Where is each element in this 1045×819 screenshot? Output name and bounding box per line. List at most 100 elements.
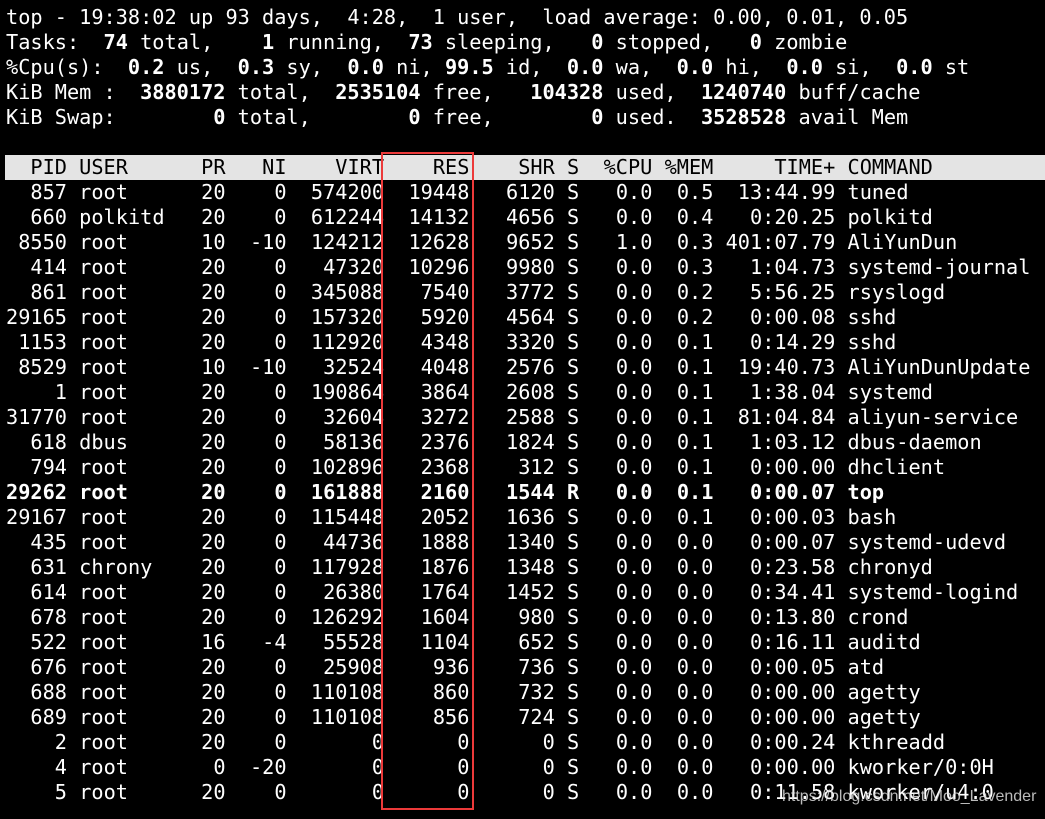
- process-row: 618 dbus 20 0 58136 2376 1824 S 0.0 0.1 …: [6, 430, 1045, 455]
- summary-segment: id,: [493, 55, 567, 79]
- cell-mem: 0.0: [676, 555, 714, 579]
- res-column-highlight-box: [381, 152, 474, 810]
- cell-state: S: [567, 605, 580, 629]
- cell-shr: 0: [542, 730, 555, 754]
- cell-shr: 980: [518, 605, 555, 629]
- summary-segment: 0.0: [676, 55, 714, 79]
- summary-segment: total,: [127, 30, 250, 54]
- cell-user: polkitd: [79, 205, 165, 229]
- cell-command: systemd-udevd: [847, 530, 1007, 554]
- cell-cpu: 0.0: [615, 655, 653, 679]
- cell-virt: 25908: [323, 655, 385, 679]
- summary-segment: st: [932, 55, 970, 79]
- cell-virt: 126292: [310, 605, 385, 629]
- cell-state: S: [567, 305, 580, 329]
- cell-virt: 32604: [323, 405, 385, 429]
- cell-pid: 8529: [18, 355, 67, 379]
- cell-ni: 0: [274, 480, 287, 504]
- cell-cpu: 0.0: [615, 555, 653, 579]
- cell-command: crond: [847, 605, 909, 629]
- cell-state: S: [567, 655, 580, 679]
- cell-time: 0:16.11: [749, 630, 836, 654]
- cell-pid: 689: [30, 705, 67, 729]
- cell-mem: 0.2: [676, 305, 714, 329]
- summary-segment: ni,: [383, 55, 445, 79]
- cell-time: 0:23.58: [749, 555, 836, 579]
- summary-line-1: Tasks: 74 total, 1 running, 73 sleeping,…: [6, 30, 1045, 55]
- cell-shr: 3320: [506, 330, 555, 354]
- cell-ni: -10: [249, 230, 287, 254]
- cell-user: root: [79, 180, 128, 204]
- process-row: 857 root 20 0 574200 19448 6120 S 0.0 0.…: [6, 180, 1045, 205]
- summary-segment: 0.0: [896, 55, 933, 79]
- cell-ni: 0: [274, 655, 287, 679]
- cell-pr: 20: [201, 605, 226, 629]
- cell-pr: 20: [201, 305, 226, 329]
- cell-pr: 16: [201, 630, 226, 654]
- summary-segment: used.: [603, 105, 701, 129]
- cell-pr: 20: [201, 330, 226, 354]
- cell-virt: 32524: [323, 355, 385, 379]
- cell-pid: 618: [30, 430, 67, 454]
- cell-ni: 0: [274, 780, 287, 804]
- cell-shr: 736: [518, 655, 555, 679]
- process-row: 689 root 20 0 110108 856 724 S 0.0 0.0 0…: [6, 705, 1045, 730]
- process-row: 678 root 20 0 126292 1604 980 S 0.0 0.0 …: [6, 605, 1045, 630]
- cell-ni: -20: [249, 755, 287, 779]
- cell-user: root: [79, 355, 128, 379]
- cell-pid: 2: [54, 730, 67, 754]
- summary-segment: 0: [591, 105, 604, 129]
- cell-user: root: [79, 680, 128, 704]
- process-row: 1 root 20 0 190864 3864 2608 S 0.0 0.1 1…: [6, 380, 1045, 405]
- cell-user: root: [79, 455, 128, 479]
- summary-segment: 0.0: [347, 55, 384, 79]
- summary-segment: 3528528: [700, 105, 787, 129]
- cell-cpu: 0.0: [615, 480, 653, 504]
- cell-time: 0:00.07: [749, 530, 836, 554]
- cell-pid: 660: [30, 205, 67, 229]
- cell-state: S: [567, 430, 580, 454]
- summary-segment: 1: [249, 30, 275, 54]
- summary-segment: 2535104: [335, 80, 421, 104]
- cell-pr: 20: [201, 680, 226, 704]
- cell-pid: 676: [30, 655, 67, 679]
- cell-state: S: [567, 580, 580, 604]
- cell-command: dhclient: [847, 455, 946, 479]
- cell-virt: 612244: [310, 205, 385, 229]
- cell-user: root: [79, 580, 128, 604]
- cell-time: 0:00.05: [749, 655, 836, 679]
- cell-command: AliYunDun: [847, 230, 958, 254]
- summary-segment: 0: [408, 105, 421, 129]
- cell-pid: 614: [30, 580, 67, 604]
- cell-pr: 20: [201, 405, 226, 429]
- cell-mem: 0.0: [676, 680, 714, 704]
- cell-command: tuned: [847, 180, 909, 204]
- cell-state: S: [567, 330, 580, 354]
- cell-command: kworker/0:0H: [847, 755, 994, 779]
- cell-shr: 1636: [506, 505, 555, 529]
- cell-pr: 20: [201, 530, 226, 554]
- cell-command: sshd: [847, 330, 897, 354]
- cell-shr: 4656: [506, 205, 555, 229]
- cell-mem: 0.0: [676, 605, 714, 629]
- cell-pid: 861: [30, 280, 67, 304]
- cell-cpu: 0.0: [615, 430, 653, 454]
- cell-user: root: [79, 505, 128, 529]
- cell-ni: 0: [274, 180, 287, 204]
- cell-pr: 20: [201, 280, 226, 304]
- cell-command: systemd-journal: [847, 255, 1031, 279]
- cell-mem: 0.0: [676, 755, 714, 779]
- cell-ni: 0: [274, 555, 287, 579]
- cell-state: S: [567, 705, 580, 729]
- cell-user: root: [79, 305, 128, 329]
- cell-ni: 0: [274, 730, 287, 754]
- cell-cpu: 0.0: [615, 355, 653, 379]
- summary-segment: 0: [591, 30, 604, 54]
- summary-segment: total,: [225, 80, 336, 104]
- process-row: 29167 root 20 0 115448 2052 1636 S 0.0 0…: [6, 505, 1045, 530]
- summary-segment: us,: [164, 55, 238, 79]
- cell-shr: 1824: [506, 430, 555, 454]
- cell-state: S: [567, 680, 580, 704]
- cell-mem: 0.0: [676, 530, 714, 554]
